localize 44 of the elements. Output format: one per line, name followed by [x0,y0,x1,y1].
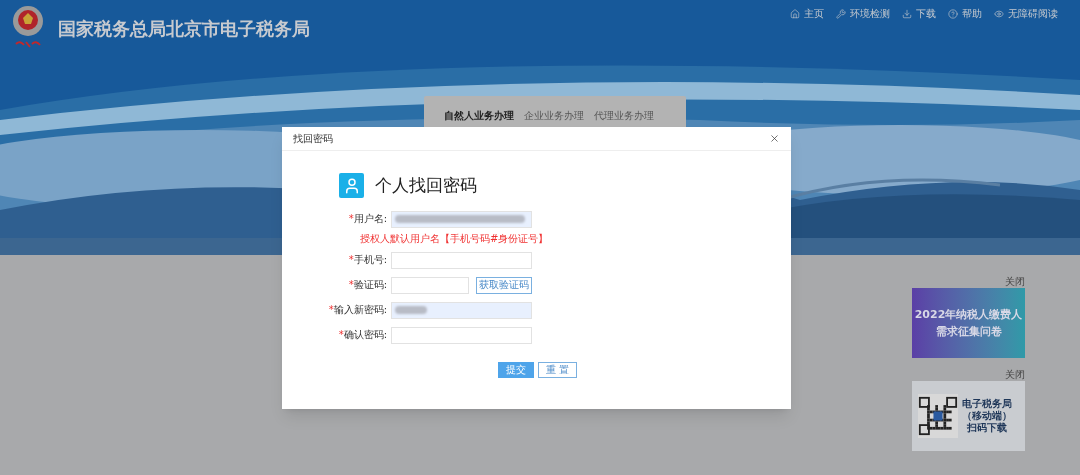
field-label: *确认密码: [337,330,388,340]
nav-link[interactable]: 主页 [790,6,824,21]
download-icon [902,8,912,19]
input-field[interactable] [391,251,532,269]
dialog-title: 找回密码 [293,132,333,146]
banner-text: 电子税务局 [962,399,1012,409]
hint-text: 授权人默认用户名【手机号码#身份证号】 [360,233,550,244]
field-label: *用户名: [347,214,388,224]
eye-icon [994,8,1004,19]
dialog-heading: 个人找回密码 [375,174,477,197]
input-field[interactable] [391,301,532,319]
field-label: *验证码: [347,280,388,290]
app-download-banner[interactable]: 电子税务局 （移动端） 扫码下载 [912,381,1025,451]
nav-link[interactable]: 下载 [902,6,936,21]
close-icon[interactable] [769,133,780,144]
help-icon [948,8,958,19]
qr-code-icon [918,394,958,438]
banner-text: 扫码下载 [967,423,1007,433]
banner-text: 2022年纳税人缴费人 [914,309,1023,320]
close-link[interactable]: 关闭 [1005,370,1025,380]
login-tab[interactable]: 代理业务办理 [594,111,654,122]
login-tab[interactable]: 企业业务办理 [524,111,584,122]
banner-text: 需求征集问卷 [935,326,1002,337]
wrench-icon [836,8,846,19]
emblem-logo-icon [10,4,46,50]
close-link[interactable]: 关闭 [1005,277,1025,287]
submit-button[interactable]: 提交 [498,361,534,378]
nav-link[interactable]: 帮助 [948,6,982,21]
nav-link[interactable]: 环境检测 [836,6,890,21]
login-tab[interactable]: 自然人业务办理 [444,111,514,122]
survey-banner[interactable]: 2022年纳税人缴费人 需求征集问卷 [912,288,1025,358]
nav-link[interactable]: 无障碍阅读 [994,6,1058,21]
reset-button[interactable]: 重 置 [538,361,577,378]
input-field[interactable] [391,326,532,344]
blurred-value-mark [395,306,427,314]
field-label: *输入新密码: [327,305,388,315]
user-icon [339,173,364,199]
field-label: *手机号: [347,255,388,265]
input-field[interactable] [391,210,532,228]
banner-text: （移动端） [962,411,1012,421]
site-title: 国家税务总局北京市电子税务局 [58,16,310,41]
home-icon [790,8,800,19]
get-code-button[interactable]: 获取验证码 [476,276,532,294]
input-field[interactable] [391,276,469,294]
